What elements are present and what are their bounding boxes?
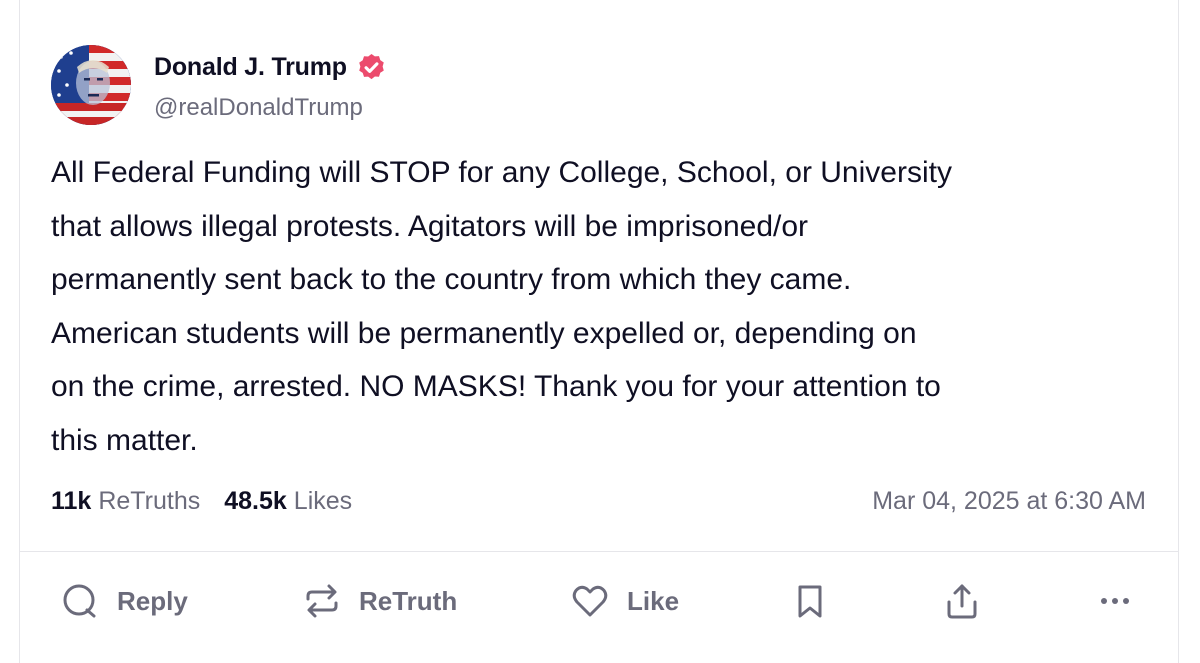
share-button[interactable] xyxy=(943,580,981,622)
likes-count[interactable]: 48.5k xyxy=(224,487,287,516)
retruths-count[interactable]: 11k xyxy=(51,487,91,516)
more-options-button[interactable] xyxy=(1096,580,1134,622)
bookmark-icon xyxy=(791,582,829,620)
like-label: Like xyxy=(627,585,680,616)
author-name-row: Donald J. Trump xyxy=(154,51,387,83)
avatar-image xyxy=(51,45,131,125)
verified-badge-icon xyxy=(356,52,387,83)
author-display-name[interactable]: Donald J. Trump xyxy=(154,53,347,82)
reply-icon xyxy=(61,582,99,620)
bookmark-button[interactable] xyxy=(791,580,829,622)
share-icon xyxy=(943,582,981,620)
divider xyxy=(20,551,1178,552)
post-card: Donald J. Trump @realDonaldTrump All Fed… xyxy=(19,0,1179,663)
retruth-label: ReTruth xyxy=(359,585,458,616)
avatar[interactable] xyxy=(51,45,131,125)
post-timestamp[interactable]: Mar 04, 2025 at 6:30 AM xyxy=(872,484,1146,518)
retruth-button[interactable]: ReTruth xyxy=(303,580,457,622)
reply-button[interactable]: Reply xyxy=(61,580,188,622)
post-stats: 11k ReTruths 48.5k Likes xyxy=(51,484,352,518)
more-icon xyxy=(1096,582,1134,620)
retruths-label[interactable]: ReTruths xyxy=(98,487,200,516)
reply-label: Reply xyxy=(117,585,188,616)
post-text: All Federal Funding will STOP for any Co… xyxy=(51,156,952,457)
like-button[interactable]: Like xyxy=(571,580,679,622)
author-handle[interactable]: @realDonaldTrump xyxy=(154,94,363,122)
heart-icon xyxy=(571,582,609,620)
retruth-icon xyxy=(303,582,341,620)
likes-label[interactable]: Likes xyxy=(294,487,352,516)
